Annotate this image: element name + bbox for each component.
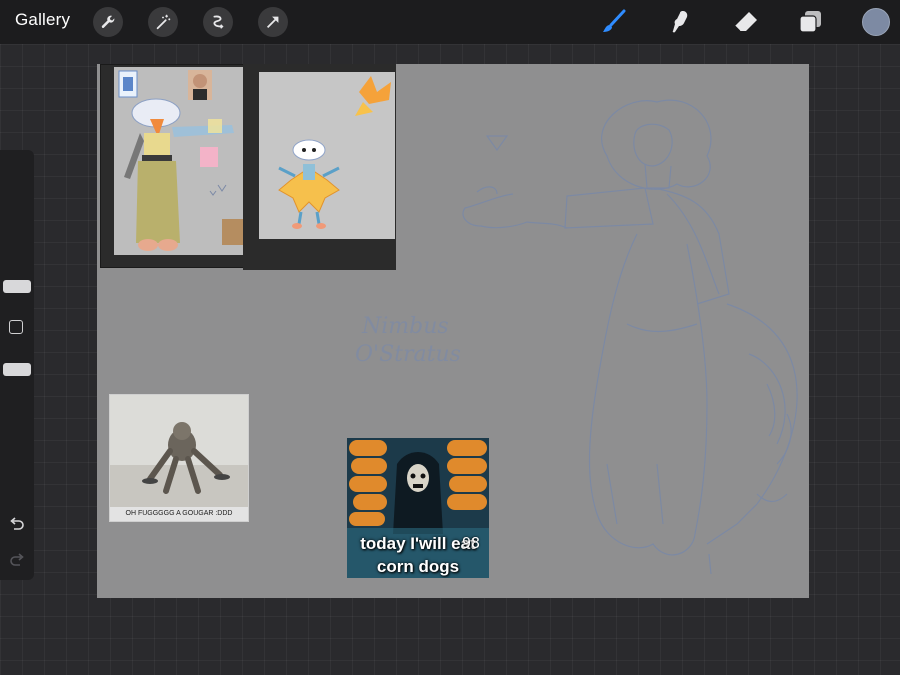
smudge-icon[interactable]: [665, 8, 693, 36]
reference-image-flower-area: [259, 72, 395, 239]
undo-icon[interactable]: [8, 516, 26, 534]
meme-photo-animal: [110, 395, 248, 507]
flower-character-drawing: [278, 76, 391, 229]
eraser-icon[interactable]: [732, 8, 760, 36]
sketch-name-line1: Nimbus: [362, 314, 449, 339]
character-sketch: [462, 99, 798, 575]
gallery-button[interactable]: Gallery: [15, 10, 70, 30]
left-sidebar: [0, 150, 34, 580]
meme-image-corndogs[interactable]: today I'will eat 98 corn dogs: [347, 438, 489, 578]
color-picker-swatch[interactable]: [862, 8, 890, 36]
brush-icon[interactable]: [600, 8, 628, 36]
character-reference-drawing: [118, 70, 244, 251]
meme-text-line2: corn dogs: [376, 557, 460, 576]
brush-size-slider[interactable]: [3, 280, 31, 293]
reference-image-character[interactable]: [100, 64, 248, 268]
transform-arrow-icon[interactable]: [258, 7, 288, 37]
meme-image-gougar[interactable]: OH FUGGGGG A GOUGAR :DDD: [109, 394, 249, 522]
selection-icon[interactable]: [203, 7, 233, 37]
layers-icon[interactable]: [797, 8, 825, 36]
magic-wand-icon[interactable]: [148, 7, 178, 37]
drawing-canvas[interactable]: Nimbus O'Stratus OH FUGGGGG A GOUGAR:DD…: [97, 64, 809, 598]
reference-image-character-area: [114, 67, 245, 255]
meme-text-badge: 98: [462, 534, 481, 552]
meme-caption: OH FUGGGGG A GOUGAR :DDD: [125, 510, 233, 517]
wrench-icon[interactable]: [93, 7, 123, 37]
brush-opacity-slider[interactable]: [3, 363, 31, 376]
redo-icon[interactable]: [8, 552, 26, 570]
modify-button[interactable]: [9, 320, 23, 334]
reference-image-flower-character[interactable]: [243, 64, 396, 270]
sketch-name-line2: O'Stratus: [355, 342, 461, 367]
top-toolbar: Gallery: [0, 0, 900, 44]
